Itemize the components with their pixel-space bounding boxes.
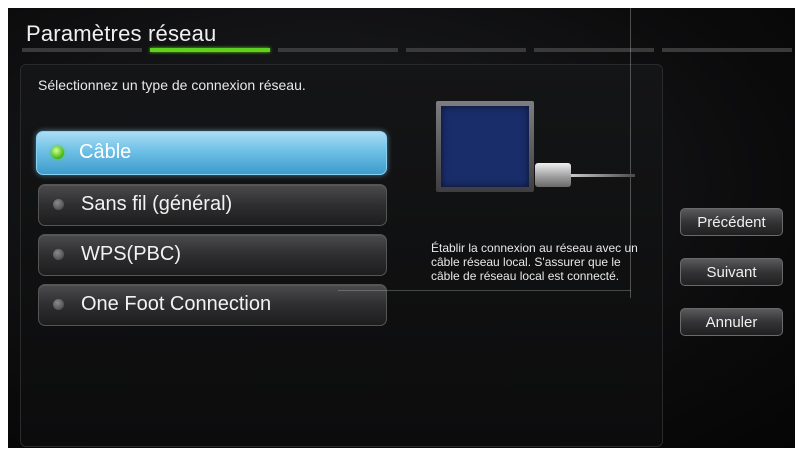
radio-indicator-icon [53, 249, 64, 260]
monitor-illustration-icon [436, 101, 534, 192]
cancel-button[interactable]: Annuler [680, 308, 783, 336]
radio-indicator-icon [53, 299, 64, 310]
radio-indicator-icon [53, 199, 64, 210]
progress-step-2 [150, 48, 270, 52]
option-one-foot[interactable]: One Foot Connection [38, 284, 387, 326]
previous-button[interactable]: Précédent [680, 208, 783, 236]
instruction-text: Sélectionnez un type de connexion réseau… [38, 77, 306, 93]
progress-step-6 [662, 48, 792, 52]
option-wps[interactable]: WPS(PBC) [38, 234, 387, 276]
progress-step-1 [22, 48, 142, 52]
connection-description: Établir la connexion au réseau avec un c… [431, 241, 638, 283]
progress-step-5 [534, 48, 654, 52]
progress-step-4 [406, 48, 526, 52]
divider-horizontal [338, 290, 631, 291]
radio-indicator-icon [51, 146, 64, 159]
progress-step-3 [278, 48, 398, 52]
option-label: One Foot Connection [81, 293, 272, 315]
option-label: Sans fil (général) [81, 193, 233, 215]
step-progress-bar [22, 48, 792, 52]
monitor-screen [441, 106, 529, 187]
option-label: WPS(PBC) [81, 243, 181, 265]
option-label: Câble [79, 141, 132, 163]
network-cable-icon [571, 174, 635, 177]
tv-screen: Paramètres réseau Sélectionnez un type d… [8, 8, 795, 448]
option-wireless[interactable]: Sans fil (général) [38, 184, 387, 226]
next-button[interactable]: Suivant [680, 258, 783, 286]
option-cable[interactable]: Câble [36, 131, 387, 175]
page-title: Paramètres réseau [26, 21, 217, 46]
network-plug-icon [535, 163, 571, 187]
